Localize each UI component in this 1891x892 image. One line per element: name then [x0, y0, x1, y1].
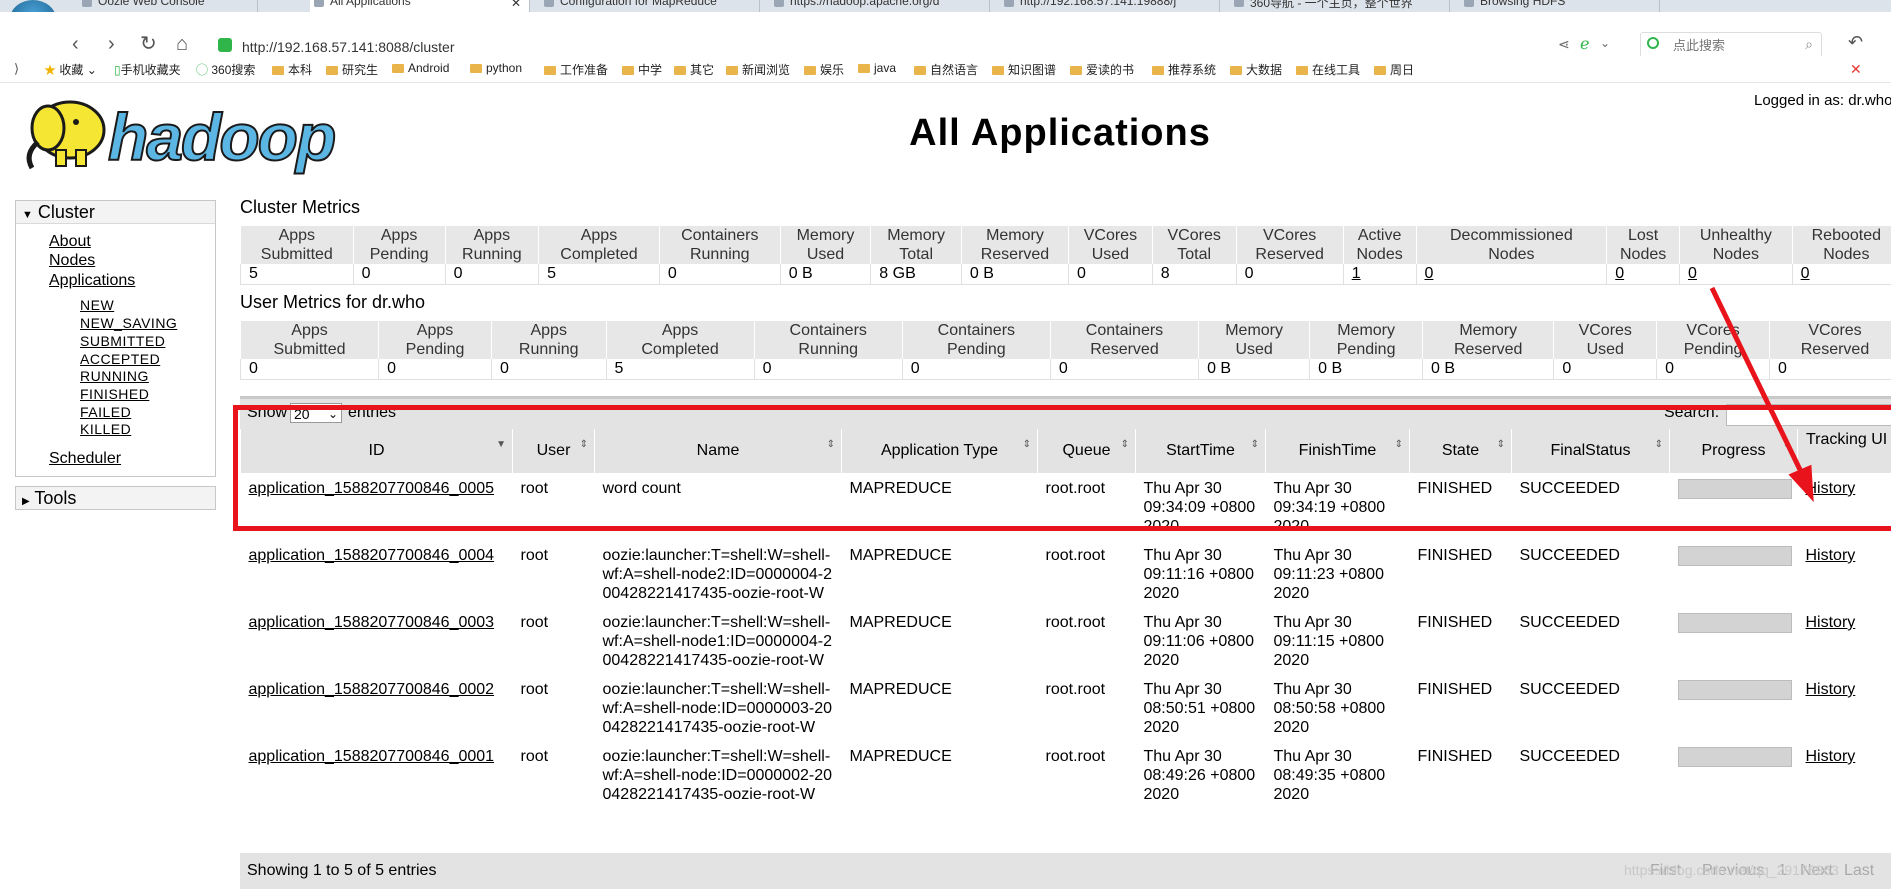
watermark: https://blog.csdn.net/qq_29176963 — [1624, 862, 1839, 878]
annotation-arrow-icon — [1709, 286, 1814, 503]
